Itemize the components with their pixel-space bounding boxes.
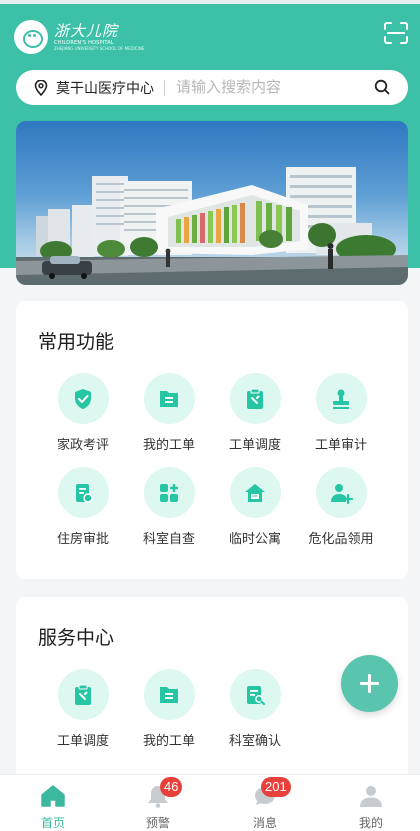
bottom-tab-bar: 首页 46 预警 201 消息 我的 xyxy=(0,774,420,831)
grid-item-my-work-orders[interactable]: 我的工单 xyxy=(124,373,214,453)
grid-item-temporary-apartment[interactable]: 临时公寓 xyxy=(210,467,300,547)
tab-alerts[interactable]: 46 预警 xyxy=(118,775,198,831)
grid-item-label: 科室确认 xyxy=(228,733,281,748)
home-icon xyxy=(41,785,65,807)
scan-icon[interactable] xyxy=(384,22,408,44)
grid-item-label: 我的工单 xyxy=(142,733,195,748)
user-icon xyxy=(360,786,382,807)
grid-item-label: 工单审计 xyxy=(314,437,367,452)
folder-icon xyxy=(143,373,195,424)
messages-badge: 201 xyxy=(261,777,291,797)
shield-check-icon xyxy=(57,373,109,424)
tab-label: 我的 xyxy=(358,816,383,830)
logo-mark-icon xyxy=(14,20,48,54)
clipboard-wrench-icon xyxy=(57,669,109,720)
location-pin-icon[interactable] xyxy=(34,79,48,96)
grid-item-work-order-dispatch[interactable]: 工单调度 xyxy=(38,669,128,749)
grid-item-label: 我的工单 xyxy=(142,437,195,452)
grid-item-work-order-audit[interactable]: 工单审计 xyxy=(296,373,386,453)
grid-item-label: 科室自查 xyxy=(142,531,195,546)
search-input[interactable] xyxy=(176,79,356,96)
user-add-icon xyxy=(315,467,367,518)
tab-label: 消息 xyxy=(252,816,277,830)
grid-item-department-self-check[interactable]: 科室自查 xyxy=(124,467,214,547)
alerts-badge: 46 xyxy=(160,777,183,797)
tab-home[interactable]: 首页 xyxy=(13,775,93,831)
grid-item-label: 住房审批 xyxy=(56,531,109,546)
grid-item-label: 家政考评 xyxy=(56,437,109,452)
clipboard-wrench-icon xyxy=(229,373,281,424)
tab-label: 首页 xyxy=(40,816,65,830)
grid-item-department-confirmation[interactable]: 科室确认 xyxy=(210,669,300,749)
search-icon[interactable] xyxy=(374,79,390,95)
search-divider xyxy=(164,79,165,96)
grid-item-hazardous-chemicals[interactable]: 危化品领用 xyxy=(296,467,386,547)
grid-item-label: 临时公寓 xyxy=(228,531,281,546)
common-functions-card: 常用功能 家政考评 我的工单 工单调度 工单审计 住房审批 科室自查 临时公寓 … xyxy=(16,301,408,579)
logo-chinese-name: 浙大儿院 xyxy=(54,22,119,40)
add-fab-button[interactable] xyxy=(341,655,398,712)
grid-item-label: 危化品领用 xyxy=(308,531,374,546)
tab-label: 预警 xyxy=(145,816,170,830)
tab-messages[interactable]: 201 消息 xyxy=(225,775,305,831)
logo-english-subtitle: ZHEJIANG UNIVERSITY SCHOOL OF MEDICINE xyxy=(54,46,145,51)
grid-item-label: 工单调度 xyxy=(228,437,281,452)
hospital-banner-image[interactable] xyxy=(16,121,408,285)
status-strip xyxy=(0,0,420,4)
grid-item-label: 工单调度 xyxy=(56,733,109,748)
house-card-icon xyxy=(229,467,281,518)
service-center-title: 服务中心 xyxy=(38,628,115,649)
grid-plus-icon xyxy=(143,467,195,518)
grid-item-housing-approval[interactable]: 住房审批 xyxy=(38,467,128,547)
grid-item-work-order-dispatch[interactable]: 工单调度 xyxy=(210,373,300,453)
document-seal-icon xyxy=(57,467,109,518)
common-functions-title: 常用功能 xyxy=(38,332,115,353)
hospital-logo: 浙大儿院 CHILDREN'S HOSPITAL ZHEJIANG UNIVER… xyxy=(14,20,144,54)
tab-profile[interactable]: 我的 xyxy=(331,775,411,831)
grid-item-my-work-orders[interactable]: 我的工单 xyxy=(124,669,214,749)
search-bar: 莫干山医疗中心 xyxy=(16,70,408,105)
folder-icon xyxy=(143,669,195,720)
stamp-icon xyxy=(315,373,367,424)
grid-item-housekeeping-evaluation[interactable]: 家政考评 xyxy=(38,373,128,453)
document-search-icon xyxy=(229,669,281,720)
location-selector[interactable]: 莫干山医疗中心 xyxy=(56,78,154,98)
